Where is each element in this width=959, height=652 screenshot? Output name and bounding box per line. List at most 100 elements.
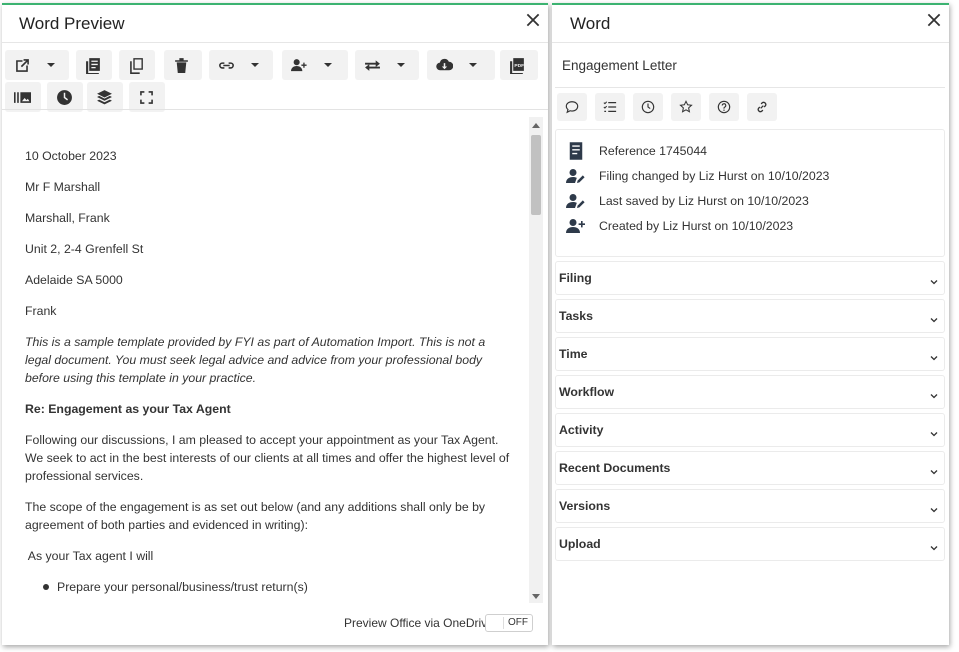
word-preview-panel: Word Preview PDF 10 October 2023 Mr F Ma… xyxy=(2,3,548,645)
star-icon xyxy=(679,100,693,113)
copy-icon xyxy=(129,57,143,74)
doc-address-line2: Adelaide SA 5000 xyxy=(25,273,123,287)
swap-arrows-icon xyxy=(364,59,380,71)
chevron-down-icon xyxy=(930,425,938,437)
doc-paragraph-2: The scope of the engagement is as set ou… xyxy=(25,500,486,532)
info-last-saved: Last saved by Liz Hurst on 10/10/2023 xyxy=(564,190,809,212)
copy-to-library-button[interactable] xyxy=(76,50,112,80)
section-activity[interactable]: Activity xyxy=(555,413,945,447)
gallery-icon xyxy=(13,91,31,103)
info-created-text: Created by Liz Hurst on 10/10/2023 xyxy=(599,219,794,233)
favourite-button[interactable] xyxy=(671,93,701,121)
scroll-thumb[interactable] xyxy=(531,135,541,215)
section-workflow[interactable]: Workflow xyxy=(555,375,945,409)
toolbar-divider xyxy=(2,109,548,110)
svg-text:PDF: PDF xyxy=(514,63,524,69)
section-label: Filing xyxy=(559,271,592,285)
chevron-down-icon xyxy=(930,311,938,323)
external-link-icon xyxy=(15,58,29,72)
onedrive-preview-toggle[interactable]: OFF xyxy=(485,614,533,632)
details-header: Word xyxy=(552,5,949,43)
chevron-down-icon xyxy=(397,63,405,67)
task-list-icon xyxy=(603,101,617,112)
info-reference-text: Reference 1745044 xyxy=(599,144,708,158)
document-actions xyxy=(555,90,945,126)
expand-icon xyxy=(139,90,153,104)
document-preview: 10 October 2023 Mr F Marshall Marshall, … xyxy=(2,115,528,601)
divider xyxy=(555,87,945,88)
section-label: Tasks xyxy=(559,309,593,323)
section-label: Versions xyxy=(559,499,611,513)
duplicate-button[interactable] xyxy=(119,50,155,80)
details-title: Word xyxy=(570,14,611,33)
doc-list-intro: As your Tax agent I will xyxy=(25,549,154,563)
pdf-button[interactable]: PDF xyxy=(500,50,538,80)
section-label: Recent Documents xyxy=(559,461,671,475)
document-name: Engagement Letter xyxy=(562,58,677,73)
bullet-marker xyxy=(43,584,49,590)
comments-button[interactable] xyxy=(557,93,587,121)
document-scrollbar[interactable] xyxy=(529,117,543,603)
doc-name-line: Marshall, Frank xyxy=(25,211,110,225)
fullscreen-button[interactable] xyxy=(129,82,165,112)
scroll-down-arrow-icon[interactable] xyxy=(532,594,540,599)
open-external-button[interactable] xyxy=(5,50,69,80)
info-last-saved-text: Last saved by Liz Hurst on 10/10/2023 xyxy=(599,194,809,208)
history-button[interactable] xyxy=(47,82,83,112)
gallery-button[interactable] xyxy=(5,82,41,112)
clock-icon xyxy=(641,100,655,114)
link-icon xyxy=(757,101,767,113)
section-versions[interactable]: Versions xyxy=(555,489,945,523)
time-button[interactable] xyxy=(633,93,663,121)
info-reference: Reference 1745044 xyxy=(564,140,707,162)
chevron-down-icon xyxy=(930,273,938,285)
comment-icon xyxy=(565,101,579,114)
add-user-button[interactable] xyxy=(282,50,348,80)
section-label: Activity xyxy=(559,423,604,437)
chevron-down-icon xyxy=(47,63,55,67)
user-plus-icon xyxy=(290,58,307,71)
user-edit-icon xyxy=(566,169,585,183)
close-preview-icon[interactable] xyxy=(524,11,542,29)
doc-recipient: Mr F Marshall xyxy=(25,180,101,194)
section-label: Upload xyxy=(559,537,601,551)
delete-button[interactable] xyxy=(164,50,202,80)
pdf-icon: PDF xyxy=(509,57,524,74)
doc-subject: Re: Engagement as your Tax Agent xyxy=(25,402,231,416)
chevron-down-icon xyxy=(930,387,938,399)
layers-button[interactable] xyxy=(87,82,123,112)
close-details-icon[interactable] xyxy=(925,11,943,29)
section-filing[interactable]: Filing xyxy=(555,261,945,295)
document-icon xyxy=(569,142,583,160)
doc-paragraph-1: Following our discussions, I am pleased … xyxy=(25,433,510,483)
info-filing-changed-text: Filing changed by Liz Hurst on 10/10/202… xyxy=(599,169,830,183)
chevron-down-icon xyxy=(469,63,477,67)
section-tasks[interactable]: Tasks xyxy=(555,299,945,333)
library-copy-icon xyxy=(85,57,100,74)
trash-icon xyxy=(174,57,188,73)
cloud-download-button[interactable] xyxy=(427,50,495,80)
link-button[interactable] xyxy=(209,50,273,80)
chevron-down-icon xyxy=(930,539,938,551)
section-recent-documents[interactable]: Recent Documents xyxy=(555,451,945,485)
chevron-down-icon xyxy=(930,501,938,513)
link-icon xyxy=(218,61,234,69)
transfer-button[interactable] xyxy=(355,50,419,80)
help-icon xyxy=(717,100,731,114)
section-upload[interactable]: Upload xyxy=(555,527,945,561)
toggle-knob xyxy=(488,617,504,629)
copy-link-button[interactable] xyxy=(747,93,777,121)
layers-icon xyxy=(96,89,112,104)
tasks-button[interactable] xyxy=(595,93,625,121)
clock-icon xyxy=(56,89,72,105)
scroll-up-arrow-icon[interactable] xyxy=(532,123,540,128)
chevron-down-icon xyxy=(930,463,938,475)
help-button[interactable] xyxy=(709,93,739,121)
cloud-download-icon xyxy=(435,58,453,70)
section-time[interactable]: Time xyxy=(555,337,945,371)
word-details-panel: Word Engagement Letter Reference 1745044 xyxy=(552,3,949,645)
doc-disclaimer: This is a sample template provided by FY… xyxy=(25,335,486,385)
info-filing-changed: Filing changed by Liz Hurst on 10/10/202… xyxy=(564,165,829,187)
chevron-down-icon xyxy=(251,63,259,67)
document-info: Reference 1745044 Filing changed by Liz … xyxy=(555,129,945,257)
